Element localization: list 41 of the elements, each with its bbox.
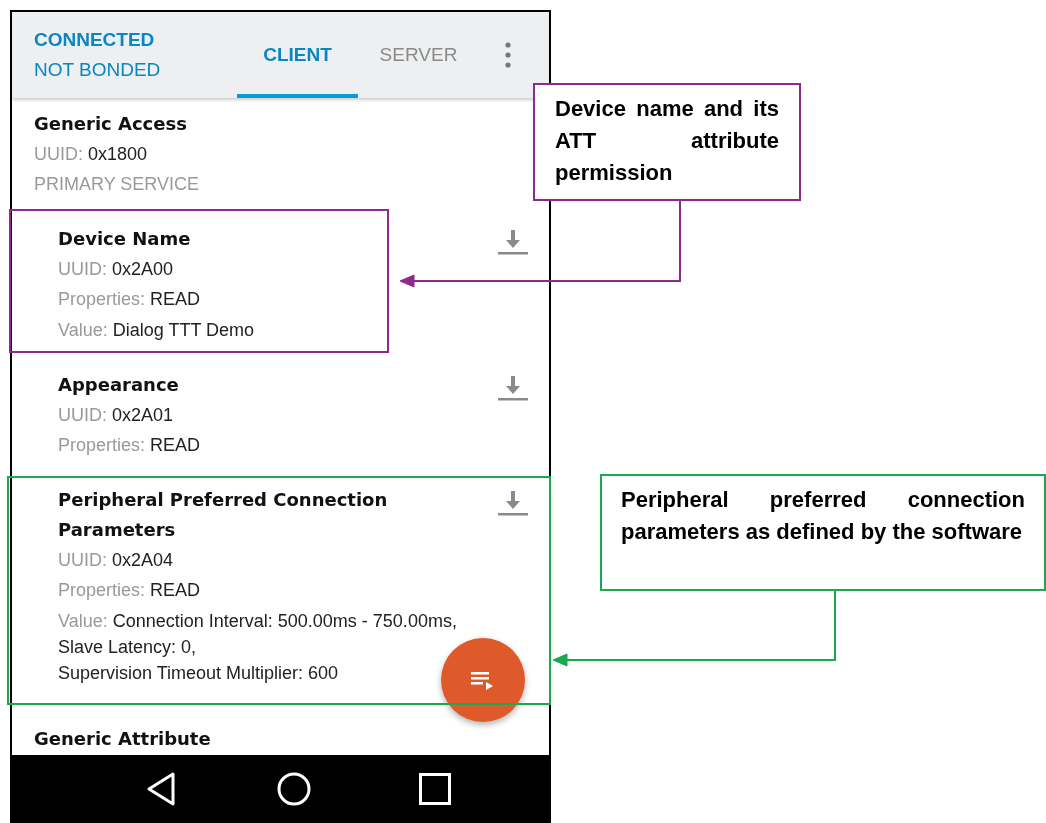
field-value: READ xyxy=(150,435,201,455)
tab[interactable]: SERVER xyxy=(358,12,479,98)
field-value: Supervision Timeout Multiplier: 600 xyxy=(58,662,339,685)
item-title: Generic Access xyxy=(34,112,188,136)
field-value: Dialog TTT Demo xyxy=(112,320,255,340)
field-label: UUID: xyxy=(34,144,83,164)
home-icon[interactable] xyxy=(277,772,311,806)
field-label: UUID: xyxy=(58,550,107,570)
callout-text: Device name and its ATT attribute permission xyxy=(555,95,779,187)
more-icon[interactable] xyxy=(505,42,511,68)
field-label: UUID: xyxy=(58,405,107,425)
service-type: PRIMARY SERVICE xyxy=(34,173,200,196)
field-label: Properties: xyxy=(58,580,146,600)
field-value: Slave Latency: 0, xyxy=(58,636,197,659)
floating-action-button[interactable] xyxy=(441,638,525,722)
tab[interactable]: CLIENT xyxy=(237,12,358,98)
field-label: Value: xyxy=(58,611,108,631)
download-icon[interactable] xyxy=(498,229,528,255)
field-value: 0x2A00 xyxy=(112,259,174,279)
recents-icon[interactable] xyxy=(419,773,451,805)
field-value: READ xyxy=(150,289,201,309)
field-label: Properties: xyxy=(58,289,146,309)
callout-text: Peripheral preferred connection parameters as defined by the software xyxy=(621,486,1025,546)
field-value: 0x2A01 xyxy=(112,405,174,425)
playlist-play-icon xyxy=(471,670,495,690)
field-label: Properties: xyxy=(58,435,146,455)
field-label: UUID: xyxy=(58,259,107,279)
field-label: Value: xyxy=(58,320,108,340)
field-value: 0x2A04 xyxy=(112,550,174,570)
item-title: Generic Attribute xyxy=(34,727,212,751)
item-title: Device Name xyxy=(58,227,191,251)
item-title: Appearance xyxy=(58,373,179,397)
download-icon[interactable] xyxy=(498,490,528,516)
field-value: Connection Interval: 500.00ms - 750.00ms, xyxy=(112,611,457,631)
back-icon[interactable] xyxy=(146,772,176,806)
bonding-status: NOT BONDED xyxy=(34,58,162,82)
item-title: Peripheral Preferred Connection Parameters xyxy=(58,488,389,542)
field-value: READ xyxy=(150,580,201,600)
download-icon[interactable] xyxy=(498,375,528,401)
connection-status: CONNECTED xyxy=(34,28,156,52)
field-value: 0x1800 xyxy=(88,144,148,164)
